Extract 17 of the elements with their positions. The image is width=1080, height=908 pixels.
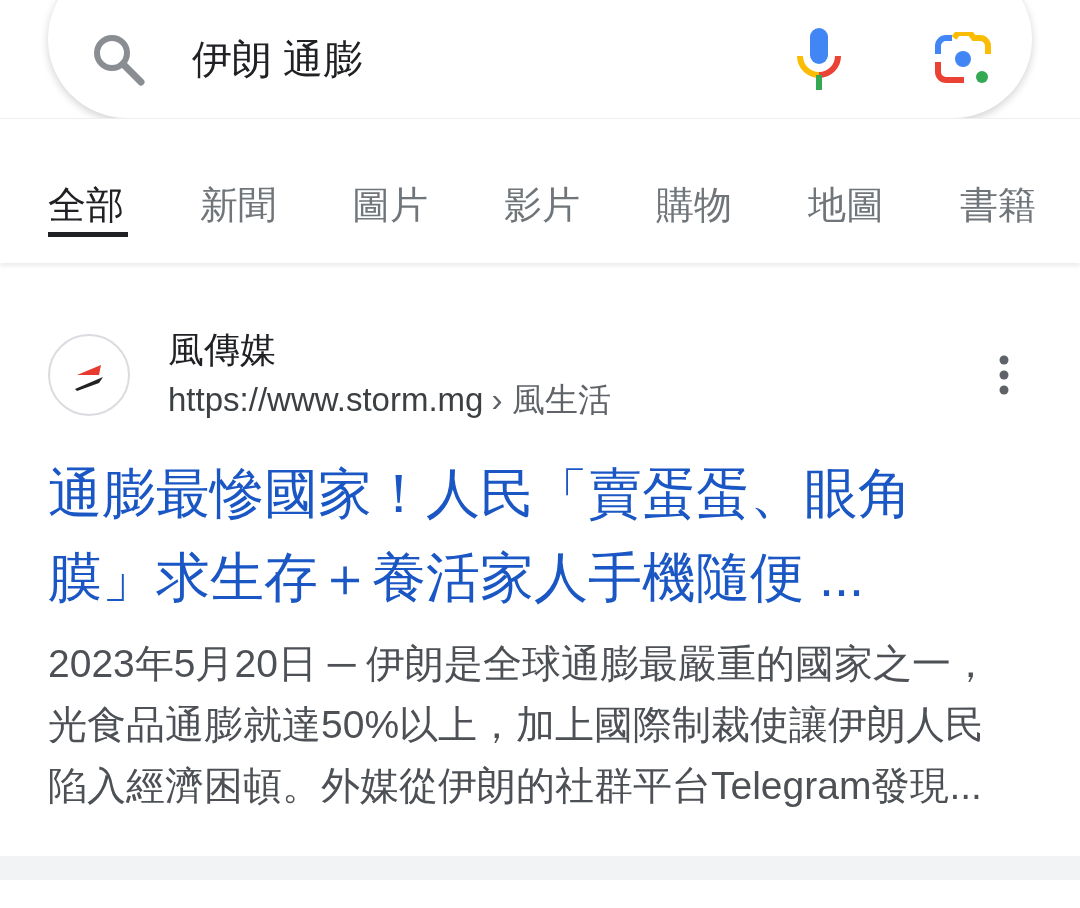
result-snippet: 2023年5月20日 ─ 伊朗是全球通膨最嚴重的國家之一，光食品通膨就達50%以上，加上國際制裁使讓伊朗人民陷入經濟困頓。外媒從伊朗的社群平台Telegram發現... bbox=[48, 641, 992, 809]
category-tab[interactable]: 影片 bbox=[504, 179, 656, 237]
microphone-icon[interactable] bbox=[796, 28, 842, 90]
camera-lens-icon[interactable] bbox=[934, 32, 992, 86]
category-tab[interactable]: 圖片 bbox=[352, 179, 504, 237]
site-name[interactable]: 風傳媒 bbox=[168, 325, 998, 375]
search-query[interactable]: 伊朗 通膨 bbox=[192, 31, 796, 87]
more-options-icon[interactable] bbox=[998, 355, 1010, 395]
breadcrumb[interactable]: › 風生活 bbox=[491, 381, 611, 418]
site-url[interactable]: https://www.storm.mg bbox=[168, 381, 484, 418]
result-title-link[interactable]: 通膨最慘國家！人民「賣蛋蛋、眼角膜」求生存＋養活家人手機隨便 ... bbox=[48, 451, 1008, 619]
category-tab[interactable]: 購物 bbox=[656, 179, 808, 237]
category-tab[interactable]: 新聞 bbox=[200, 179, 352, 237]
category-tab[interactable]: 地圖 bbox=[808, 179, 960, 237]
search-field[interactable]: 伊朗 通膨 bbox=[48, 0, 1032, 118]
site-logo[interactable] bbox=[48, 334, 130, 416]
category-tab[interactable]: 書籍 bbox=[960, 179, 1080, 237]
